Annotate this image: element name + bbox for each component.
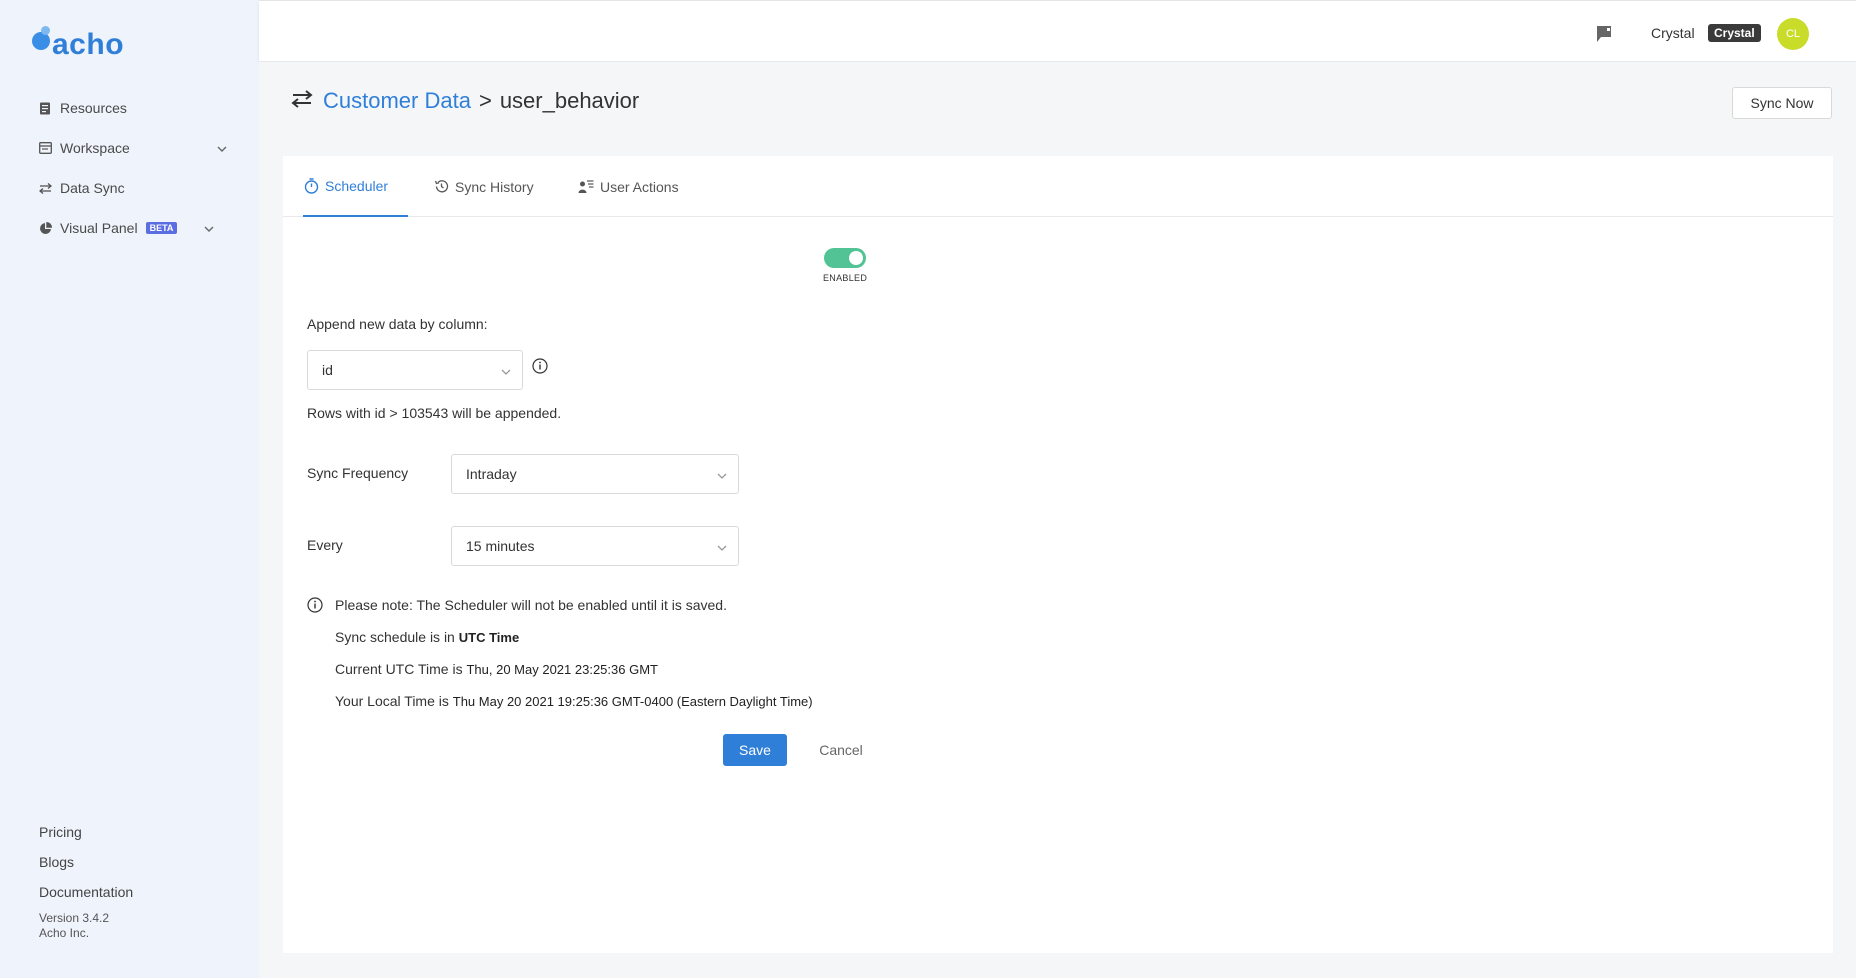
tab-label: Scheduler <box>325 177 389 194</box>
append-column-label: Append new data by column: <box>307 316 488 332</box>
scheduler-enabled-toggle[interactable] <box>824 248 867 268</box>
breadcrumb-separator: > <box>478 88 492 113</box>
tab-bar: Scheduler Sync History User Actions <box>283 156 1833 217</box>
every-interval-select[interactable]: 15 minutes <box>451 526 739 566</box>
chevron-down-icon <box>716 541 728 553</box>
utc-prefix: Sync schedule is in <box>335 629 459 645</box>
scheduler-panel: Scheduler Sync History User Actions ENAB… <box>283 156 1833 953</box>
local-time-prefix: Your Local Time is <box>335 693 453 709</box>
sidebar-item-label: Workspace <box>60 140 130 156</box>
page-header: Customer Data > user_behavior Sync Now <box>259 62 1856 134</box>
tab-user-actions[interactable]: User Actions <box>578 156 679 217</box>
sidebar-item-visual-panel[interactable]: Visual Panel BETA <box>38 208 228 248</box>
tab-label: Sync History <box>455 178 534 195</box>
beta-badge: BETA <box>145 222 178 234</box>
tab-scheduler[interactable]: Scheduler <box>303 156 409 217</box>
current-utc-value: Thu, 20 May 2021 23:25:36 GMT <box>466 662 658 677</box>
logo-text: acho <box>52 28 125 61</box>
utc-note: Sync schedule is in UTC Time <box>335 629 519 645</box>
local-time: Your Local Time is Thu May 20 2021 19:25… <box>335 693 813 709</box>
resources-icon <box>38 101 52 115</box>
chevron-down-icon <box>500 365 512 377</box>
stopwatch-icon <box>303 177 319 194</box>
user-list-icon <box>578 179 594 195</box>
toggle-label: ENABLED <box>823 273 868 283</box>
tab-label: User Actions <box>600 178 679 195</box>
version-info: Version 3.4.2 Acho Inc. <box>39 911 109 941</box>
select-value: id <box>322 362 333 378</box>
breadcrumb: Customer Data > user_behavior <box>323 88 639 114</box>
utc-bold: UTC Time <box>458 630 520 645</box>
local-time-value: Thu May 20 2021 19:25:36 GMT-0400 (Easte… <box>452 694 813 709</box>
append-hint: Rows with id > 103543 will be appended. <box>307 405 562 421</box>
pricing-link[interactable]: Pricing <box>39 817 133 847</box>
version-text: Version 3.4.2 <box>39 911 110 925</box>
sidebar-footer-links: Pricing Blogs Documentation <box>39 817 133 907</box>
page-title: user_behavior <box>499 88 640 113</box>
company-text: Acho Inc. <box>39 926 90 940</box>
sidebar-item-resources[interactable]: Resources <box>38 88 228 128</box>
documentation-link[interactable]: Documentation <box>39 877 133 907</box>
data-sync-icon <box>291 90 313 108</box>
append-column-select[interactable]: id <box>307 350 523 390</box>
sync-frequency-select[interactable]: Intraday <box>451 454 739 494</box>
current-utc-prefix: Current UTC Time is <box>335 661 467 677</box>
every-label: Every <box>307 537 343 553</box>
visual-panel-icon <box>38 221 52 235</box>
blogs-link[interactable]: Blogs <box>39 847 133 877</box>
current-utc-time: Current UTC Time is Thu, 20 May 2021 23:… <box>335 661 658 677</box>
chevron-down-icon[interactable] <box>216 142 228 154</box>
sync-now-button[interactable]: Sync Now <box>1732 87 1832 119</box>
data-sync-icon <box>38 181 52 195</box>
select-value: 15 minutes <box>466 538 535 554</box>
sidebar-item-label: Visual Panel <box>60 220 138 236</box>
scheduler-toggle-wrap: ENABLED <box>823 248 867 283</box>
sidebar-item-label: Data Sync <box>60 180 125 196</box>
select-value: Intraday <box>466 466 517 482</box>
breadcrumb-parent[interactable]: Customer Data <box>323 88 471 114</box>
sidebar: acho Resources Workspace Data Sync Visua… <box>0 0 259 978</box>
chevron-down-icon[interactable] <box>203 222 215 234</box>
tab-sync-history[interactable]: Sync History <box>433 156 534 217</box>
sidebar-item-workspace[interactable]: Workspace <box>38 128 228 168</box>
chevron-down-icon <box>716 469 728 481</box>
topbar: Crystal Crystal CL <box>259 0 1856 61</box>
avatar[interactable]: CL <box>1777 18 1809 50</box>
sidebar-item-data-sync[interactable]: Data Sync <box>38 168 228 208</box>
info-icon[interactable] <box>532 358 548 374</box>
info-icon <box>307 597 323 613</box>
acho-logo[interactable]: acho <box>32 26 125 61</box>
scheduler-save-note: Please note: The Scheduler will not be e… <box>335 597 727 613</box>
sidebar-nav: Resources Workspace Data Sync Visual Pan… <box>38 88 228 248</box>
sidebar-item-label: Resources <box>60 100 127 116</box>
user-badge: Crystal <box>1708 24 1761 42</box>
history-icon <box>433 179 449 195</box>
logo-mark-icon <box>32 26 50 50</box>
sync-frequency-label: Sync Frequency <box>307 465 409 481</box>
workspace-icon <box>38 141 52 155</box>
cancel-button[interactable]: Cancel <box>809 734 873 766</box>
flag-icon[interactable] <box>1595 25 1613 43</box>
save-button[interactable]: Save <box>723 734 787 766</box>
user-name: Crystal <box>1651 25 1695 41</box>
